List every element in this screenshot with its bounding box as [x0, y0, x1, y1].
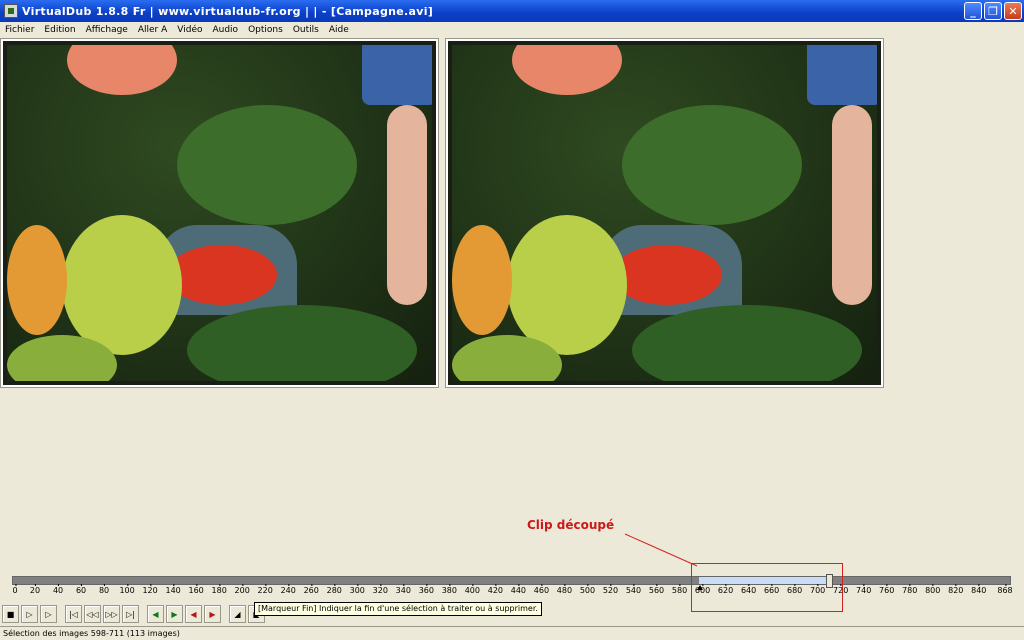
menu-aller-a[interactable]: Aller A: [133, 25, 172, 35]
frame-shirt: [67, 45, 177, 95]
timeline-tick: 20: [29, 584, 41, 595]
timeline-tick: 60: [75, 584, 87, 595]
status-bar: Sélection des images 598-711 (113 images…: [0, 626, 1024, 640]
go-start-button[interactable]: |◁: [65, 605, 82, 623]
menu-fichier[interactable]: Fichier: [0, 25, 39, 35]
position-timeline[interactable]: [12, 576, 1011, 585]
frame-leg: [832, 105, 872, 305]
frame-leaves-bottom: [632, 305, 862, 381]
window-title: VirtualDub 1.8.8 Fr | www.virtualdub-fr.…: [22, 4, 434, 18]
timeline-tick: 40: [52, 584, 64, 595]
frame-orange-tomato: [7, 225, 67, 335]
frame-tomatoes: [612, 245, 722, 305]
timeline-tick: 180: [211, 584, 227, 595]
maximize-button[interactable]: ❐: [984, 2, 1002, 20]
frame-dress: [807, 45, 877, 105]
input-video-frame: [7, 45, 432, 381]
timeline-tick: 200: [234, 584, 250, 595]
tooltip: [Marqueur Fin] Indiquer la fin d'une sél…: [254, 602, 542, 616]
timeline-tick: 400: [464, 584, 480, 595]
frame-green-tomato: [507, 215, 627, 355]
timeline-tick: 80: [98, 584, 110, 595]
timeline-tick: 540: [625, 584, 642, 595]
timeline-tick: 160: [188, 584, 204, 595]
window-controls: _ ❐ ✕: [964, 2, 1022, 20]
frame-tomatoes: [167, 245, 277, 305]
prev-scene-button[interactable]: ◀: [185, 605, 202, 623]
timeline-tick: 680: [786, 584, 803, 595]
timeline-tick: 140: [165, 584, 181, 595]
timeline-tick: 640: [740, 584, 757, 595]
frame-orange-tomato: [452, 225, 512, 335]
next-keyframe-button[interactable]: ▶: [166, 605, 183, 623]
title-bar: VirtualDub 1.8.8 Fr | www.virtualdub-fr.…: [0, 0, 1024, 22]
timeline-tick: 720: [833, 584, 849, 595]
timeline-tick: 120: [142, 584, 158, 595]
play-input-button[interactable]: ▷: [21, 605, 38, 623]
timeline-tick: 420: [487, 584, 504, 595]
menu-edition[interactable]: Edition: [39, 25, 80, 35]
timeline-tick: 740: [856, 584, 872, 595]
frame-dress: [362, 45, 432, 105]
timeline-tick: 480: [556, 584, 573, 595]
close-button[interactable]: ✕: [1004, 2, 1022, 20]
input-video-pane[interactable]: [0, 38, 439, 388]
timeline-tick: 580: [671, 584, 688, 595]
frame-shirt: [512, 45, 622, 95]
timeline-tick: 500: [579, 584, 596, 595]
frame-leaves: [622, 105, 802, 225]
timeline-tick: 360: [418, 584, 434, 595]
menu-video[interactable]: Vidéo: [172, 25, 207, 35]
frame-leaves: [177, 105, 357, 225]
play-output-button[interactable]: ▷: [40, 605, 57, 623]
timeline-tick: 440: [510, 584, 527, 595]
timeline-tick: 780: [902, 584, 918, 595]
menu-aide[interactable]: Aide: [324, 25, 354, 35]
timeline-tick: 260: [303, 584, 319, 595]
timeline-tick: 820: [948, 584, 964, 595]
timeline-tick: 340: [395, 584, 411, 595]
step-forward-button[interactable]: ▷▷: [103, 605, 120, 623]
step-back-button[interactable]: ◁◁: [84, 605, 101, 623]
timeline-tick: 840: [971, 584, 987, 595]
timeline-tick: 460: [533, 584, 550, 595]
minimize-button[interactable]: _: [964, 2, 982, 20]
timeline-tick: 868: [997, 584, 1013, 595]
app-icon[interactable]: [4, 4, 18, 18]
next-scene-button[interactable]: ▶: [204, 605, 221, 623]
output-video-pane[interactable]: [445, 38, 884, 388]
frame-leaves-bottom: [187, 305, 417, 381]
timeline-tick: 320: [372, 584, 388, 595]
timeline-tick: 760: [879, 584, 895, 595]
menu-audio[interactable]: Audio: [207, 25, 243, 35]
output-video-frame: [452, 45, 877, 381]
stop-button[interactable]: ■: [2, 605, 19, 623]
playback-toolbar: ■ ▷ ▷ |◁ ◁◁ ▷▷ ▷| ◀ ▶ ◀ ▶ ◢ ◣: [2, 604, 265, 624]
clip-annotation-label: Clip découpé: [527, 518, 615, 532]
timeline-tick: 700: [810, 584, 826, 595]
timeline-tick: 600: [694, 584, 711, 595]
timeline-tick: 240: [280, 584, 296, 595]
menu-options[interactable]: Options: [243, 25, 288, 35]
frame-leg: [387, 105, 427, 305]
frame-green-tomato: [62, 215, 182, 355]
menu-bar: Fichier Edition Affichage Aller A Vidéo …: [0, 22, 1024, 38]
timeline-tick: 520: [602, 584, 619, 595]
menu-outils[interactable]: Outils: [288, 25, 324, 35]
timeline-tick: 660: [763, 584, 780, 595]
timeline-tick: 380: [441, 584, 457, 595]
go-end-button[interactable]: ▷|: [122, 605, 139, 623]
timeline-tick: 100: [119, 584, 135, 595]
menu-affichage[interactable]: Affichage: [81, 25, 133, 35]
prev-keyframe-button[interactable]: ◀: [147, 605, 164, 623]
timeline-tick: 620: [717, 584, 734, 595]
timeline-tick: 280: [326, 584, 342, 595]
timeline-tick: 560: [648, 584, 665, 595]
timeline-tick: 800: [925, 584, 941, 595]
timeline-tick: 300: [349, 584, 365, 595]
mark-in-button[interactable]: ◢: [229, 605, 246, 623]
timeline-tick: 0: [12, 584, 18, 595]
timeline-tick: 220: [257, 584, 273, 595]
